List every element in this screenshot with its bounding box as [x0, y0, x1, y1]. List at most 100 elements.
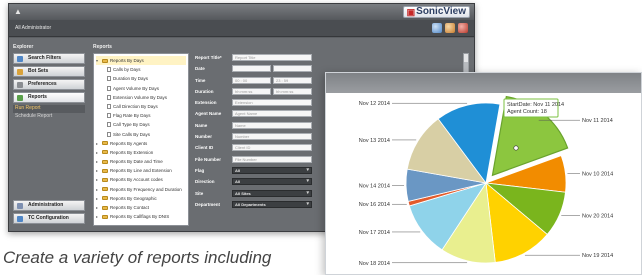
sidebar-title: Explorer — [13, 44, 34, 50]
tree-folder[interactable]: ▸ Reports By Line and Extension — [96, 166, 186, 175]
sidebar-button-tc-configuration[interactable]: TC Configuration — [13, 213, 85, 224]
tree-item-label: Reports By Agents — [110, 140, 148, 146]
sidebar-button-administration[interactable]: Administration — [13, 200, 85, 211]
logout-icon[interactable] — [458, 23, 468, 33]
submenu-item-run-report[interactable]: Run Report — [13, 105, 85, 113]
help-icon[interactable] — [432, 23, 442, 33]
submenu-item-schedule-report[interactable]: Schedule Report — [13, 113, 85, 121]
tree-folder[interactable]: ▸ Reports By Agents — [96, 139, 186, 148]
form-select[interactable]: All Departments — [232, 200, 312, 208]
form-row: Number Number — [195, 132, 319, 143]
pie-chart: Nov 11 2014 Nov 10 2014 Nov 20 2014 Nov 19 … — [359, 95, 613, 267]
form-input[interactable]: Name — [232, 121, 312, 129]
tree-report-item[interactable]: Call Direction By Days — [96, 102, 186, 111]
pie-slice-label: Nov 13 2014 — [359, 138, 390, 144]
tree-report-item[interactable]: Flag Rate By Days — [96, 111, 186, 120]
form-input[interactable]: File Number — [232, 155, 312, 163]
expand-arrow-icon[interactable]: ▸ — [96, 203, 100, 212]
tree-report-item[interactable]: Extension Volume By Days — [96, 93, 186, 102]
form-label: Number — [195, 134, 213, 140]
form-row: Date — [195, 64, 319, 75]
form-select[interactable]: All — [232, 166, 312, 174]
form-row: Department All Departments — [195, 200, 319, 211]
tree-report-item[interactable]: Agent Volume By Days — [96, 84, 186, 93]
tree-report-item[interactable]: Site Calls By Days — [96, 130, 186, 139]
sidebar-button-search-filters[interactable]: Search Filters — [13, 53, 85, 64]
expand-arrow-icon[interactable]: ▸ — [96, 175, 100, 184]
tooltip-line-1: StartDate: Nov 11 2014 — [507, 102, 564, 108]
form-select[interactable]: All — [232, 178, 312, 186]
tree-folder[interactable]: ▾ Reports By Days — [96, 56, 186, 66]
form-select[interactable]: All Sites — [232, 189, 312, 197]
tree-folder[interactable]: ▸ Reports By Geographic — [96, 194, 186, 203]
user-icon[interactable] — [445, 23, 455, 33]
folder-icon — [102, 196, 108, 201]
report-doc-icon — [107, 122, 111, 128]
sidebar-bottom: Administration TC Configuration — [13, 200, 85, 226]
form-field-end[interactable] — [273, 65, 312, 73]
tree-report-item[interactable]: Calls by Days — [96, 65, 186, 74]
expand-arrow-icon[interactable]: ▸ — [96, 148, 100, 157]
tree-report-item[interactable]: Duration By Days — [96, 74, 186, 83]
form-label: Site — [195, 190, 204, 196]
form-row: Duration hh:mm:ss hh:mm:ss — [195, 87, 319, 98]
form-input[interactable]: Extension — [232, 99, 312, 107]
hover-marker-icon — [513, 145, 519, 151]
form-input[interactable]: Agent Name — [232, 110, 312, 118]
expand-arrow-icon[interactable]: ▸ — [96, 157, 100, 166]
expand-arrow-icon[interactable]: ▸ — [96, 185, 100, 194]
pie-tooltip: StartDate: Nov 11 2014Agent Count: 18 — [503, 98, 564, 118]
folder-icon — [17, 69, 23, 75]
folder-icon — [102, 178, 108, 183]
form-label: Extension — [195, 100, 217, 106]
gear-icon — [17, 82, 23, 88]
sidebar-button-preferences[interactable]: Preferences — [13, 79, 85, 90]
expand-arrow-icon[interactable]: ▸ — [96, 166, 100, 175]
collapse-arrow-icon[interactable]: ▾ — [96, 56, 100, 65]
sonicview-logo: ▣ SonicView — [402, 6, 470, 18]
tree-report-item[interactable]: Call Type By Days — [96, 120, 186, 129]
tree-folder[interactable]: ▸ Reports By Contact — [96, 203, 186, 212]
form-field-start[interactable]: hh:mm:ss — [232, 87, 271, 95]
folder-icon — [102, 150, 108, 155]
menu-arrow-icon[interactable]: ▲ — [14, 7, 22, 16]
form-input[interactable]: Report Title — [232, 54, 312, 61]
header-icons — [432, 23, 468, 33]
tree-folder[interactable]: ▸ Reports By Account codes — [96, 175, 186, 184]
tree-folder[interactable]: ▸ Reports By Extension — [96, 148, 186, 157]
form-input[interactable]: Client ID — [232, 144, 312, 152]
expand-arrow-icon[interactable]: ▸ — [96, 212, 100, 221]
form-label: Name — [195, 122, 208, 128]
form-field-end[interactable]: 23 : 59 — [273, 76, 312, 84]
report-form: Report Title* Report Title Date Time 00 : 00… — [195, 53, 319, 226]
tree-item-label: Flag Rate By Days — [113, 113, 151, 119]
form-input[interactable]: Number — [232, 133, 312, 141]
reports-submenu: Run Report Schedule Report — [13, 105, 85, 121]
form-field-end[interactable]: hh:mm:ss — [273, 87, 312, 95]
tree-folder[interactable]: ▸ Reports By Date and Time — [96, 157, 186, 166]
report-doc-icon — [107, 67, 111, 73]
tree-item-label: Calls by Days — [113, 67, 141, 73]
form-row: Direction All — [195, 177, 319, 188]
form-label: Direction — [195, 179, 215, 185]
folder-icon — [102, 205, 108, 210]
expand-arrow-icon[interactable]: ▸ — [96, 194, 100, 203]
sidebar-button-bot-sets[interactable]: Bot Sets — [13, 66, 85, 77]
form-field-start[interactable] — [232, 65, 271, 73]
form-row: Extension Extension — [195, 98, 319, 109]
form-row: Report Title* Report Title — [195, 53, 319, 64]
pie-slice-label: Nov 10 2014 — [582, 171, 613, 177]
folder-icon — [102, 159, 108, 164]
tree-item-label: Reports By Extension — [110, 149, 154, 155]
tree-item-label: Duration By Days — [113, 76, 149, 82]
tree-item-label: Reports By Line and Extension — [110, 168, 172, 174]
pie-slice-label: Nov 14 2014 — [359, 183, 390, 189]
tree-folder[interactable]: ▸ Reports By Frequency and Duration — [96, 185, 186, 194]
form-field-start[interactable]: 00 : 00 — [232, 76, 271, 84]
form-label: File Number — [195, 156, 222, 162]
sidebar-button-reports[interactable]: Reports — [13, 92, 85, 103]
tree-folder[interactable]: ▸ Reports By Callflags By DNIS — [96, 212, 186, 221]
form-row: Name Name — [195, 121, 319, 132]
expand-arrow-icon[interactable]: ▸ — [96, 139, 100, 148]
folder-icon — [102, 187, 108, 192]
